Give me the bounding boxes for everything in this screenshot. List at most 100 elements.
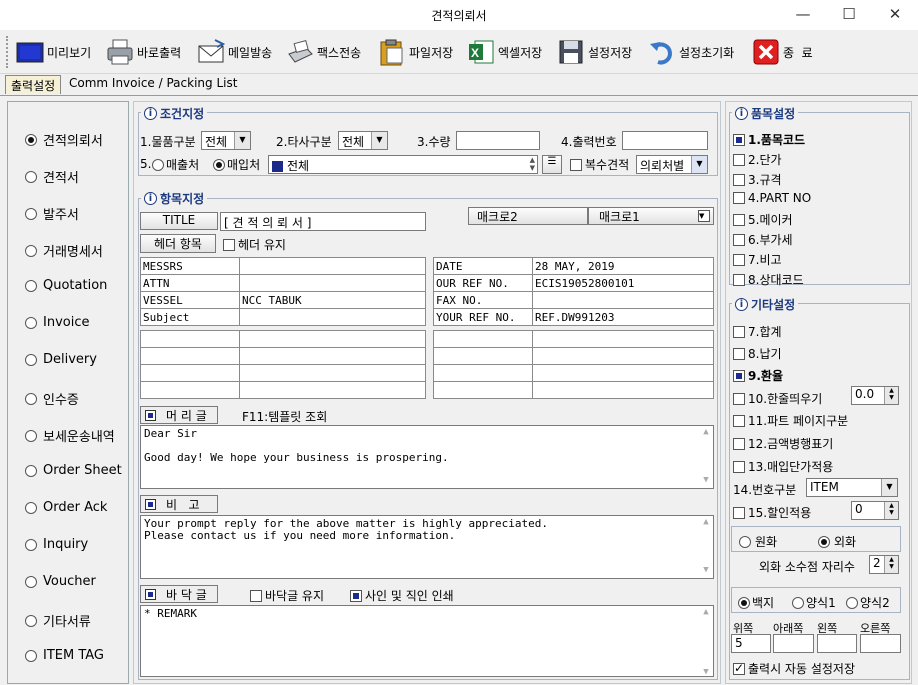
tab-comm-invoice[interactable]: Comm Invoice / Packing List xyxy=(64,75,242,94)
settings-save-button[interactable]: 설정저장 xyxy=(557,36,632,68)
title-input[interactable]: [ 견 적 의 뢰 서 ] xyxy=(220,212,426,231)
opt8-checkbox[interactable]: 8.납기 xyxy=(733,345,782,362)
excel-save-button[interactable]: X 엑셀저장 xyxy=(467,36,542,68)
form1-radio[interactable]: 양식1 xyxy=(792,594,836,611)
grid-field-name[interactable]: VESSEL xyxy=(140,291,240,309)
minimize-button[interactable]: — xyxy=(783,4,823,26)
form2-radio[interactable]: 양식2 xyxy=(846,594,890,611)
item-option-checkbox[interactable]: 7.비고 xyxy=(733,251,782,268)
item-option-checkbox[interactable]: 2.단가 xyxy=(733,151,782,168)
item-option-checkbox[interactable]: 8.상대코드 xyxy=(733,271,804,288)
doc-type-radio[interactable]: 견적서 xyxy=(25,167,79,186)
list-lookup-button[interactable]: ☰ xyxy=(542,155,562,174)
opt12-checkbox[interactable]: 12.금액병행표기 xyxy=(733,435,833,452)
blank-paper-radio[interactable]: 백지 xyxy=(738,594,774,611)
doc-type-radio[interactable]: Order Sheet xyxy=(25,463,122,478)
won-radio[interactable]: 원화 xyxy=(739,533,777,550)
preview-button[interactable]: 미리보기 xyxy=(16,36,91,68)
opt9-checkbox[interactable]: 9.환율 xyxy=(733,367,783,384)
header-items-button[interactable]: 헤더 항목 xyxy=(140,234,216,253)
doc-type-radio[interactable]: 보세운송내역 xyxy=(25,426,115,445)
qty-input[interactable] xyxy=(456,131,540,150)
macro2-button[interactable]: 매크로2 xyxy=(468,207,588,225)
doc-type-radio[interactable]: Order Ack xyxy=(25,500,107,515)
item-option-checkbox[interactable]: 1.품목코드 xyxy=(733,131,805,148)
opt7-checkbox[interactable]: 7.합계 xyxy=(733,323,782,340)
line-space-spinner[interactable]: 0.0 ▲ ▼ xyxy=(851,386,899,405)
other-class-select[interactable]: 전체 ▼ xyxy=(338,131,388,150)
scrollbar[interactable]: ▲ ▼ xyxy=(699,426,713,488)
sales-radio[interactable]: 매출처 xyxy=(152,156,199,173)
multi-quote-checkbox[interactable]: 복수견적 xyxy=(570,156,629,173)
opt13-checkbox[interactable]: 13.매입단가적용 xyxy=(733,458,833,475)
doc-type-radio[interactable]: ITEM TAG xyxy=(25,648,104,663)
doc-type-radio[interactable]: Inquiry xyxy=(25,537,88,552)
settings-reset-button[interactable]: 설정초기화 xyxy=(648,36,734,68)
close-window-button[interactable]: ✕ xyxy=(875,4,915,26)
grid-field-name[interactable]: FAX NO. xyxy=(433,291,533,309)
item-option-checkbox[interactable]: 4.PART NO xyxy=(733,191,811,205)
grid-field-name[interactable]: OUR REF NO. xyxy=(433,274,533,292)
remark-button[interactable]: 비 고 xyxy=(140,495,218,513)
macro1-select[interactable]: 매크로1 ▼ xyxy=(588,207,714,225)
grid-field-value[interactable]: NCC TABUK xyxy=(239,291,426,309)
grid-field-name[interactable]: ATTN xyxy=(140,274,240,292)
output-no-input[interactable] xyxy=(622,131,708,150)
discount-spinner[interactable]: 0 ▲ ▼ xyxy=(851,501,899,520)
grid-field-name[interactable]: MESSRS xyxy=(140,257,240,275)
partner-input[interactable]: 전체 ▲ ▼ xyxy=(268,155,538,174)
email-button[interactable]: 메일발송 xyxy=(197,36,272,68)
doc-type-radio[interactable]: 인수증 xyxy=(25,389,79,408)
item-class-select[interactable]: 전체 ▼ xyxy=(201,131,251,150)
tab-output-settings[interactable]: 출력설정 xyxy=(5,75,62,94)
doc-type-radio[interactable]: 발주서 xyxy=(25,204,79,223)
grid-field-name[interactable]: DATE xyxy=(433,257,533,275)
fax-button[interactable]: 팩스전송 xyxy=(286,36,361,68)
opt10-checkbox[interactable]: 10.한줄띄우기 xyxy=(733,390,822,407)
doc-type-radio[interactable]: Delivery xyxy=(25,352,97,367)
scrollbar[interactable]: ▲ ▼ xyxy=(699,516,713,578)
sign-print-checkbox[interactable]: 사인 및 직인 인쇄 xyxy=(350,587,454,604)
exit-button[interactable]: 종 료 xyxy=(752,36,813,68)
grid-field-name[interactable]: YOUR REF NO. xyxy=(433,308,533,326)
purchase-radio[interactable]: 매입처 xyxy=(213,156,260,173)
item-option-checkbox[interactable]: 3.규격 xyxy=(733,171,782,188)
spin-arrows-icon[interactable]: ▲ ▼ xyxy=(884,502,898,519)
margin-left-input[interactable] xyxy=(817,634,857,653)
decimals-spinner[interactable]: 2 ▲ ▼ xyxy=(869,555,899,574)
item-option-checkbox[interactable]: 5.메이커 xyxy=(733,211,793,228)
opt15-checkbox[interactable]: 15.할인적용 xyxy=(733,504,811,521)
header-keep-checkbox[interactable]: 헤더 유지 xyxy=(223,236,286,253)
print-button[interactable]: 바로출력 xyxy=(106,36,181,68)
preface-textarea[interactable]: Dear Sir Good day! We hope your business… xyxy=(140,425,714,489)
foreign-radio[interactable]: 외화 xyxy=(818,533,856,550)
doc-type-radio[interactable]: Voucher xyxy=(25,574,96,589)
grid-field-value[interactable] xyxy=(239,308,426,326)
grid-field-value[interactable] xyxy=(239,274,426,292)
margin-top-input[interactable]: 5 xyxy=(731,634,771,653)
doc-type-radio[interactable]: Quotation xyxy=(25,278,107,293)
doc-type-radio[interactable]: 기타서류 xyxy=(25,611,91,630)
footer-keep-checkbox[interactable]: 바닥글 유지 xyxy=(250,587,324,604)
remark-textarea[interactable]: Your prompt reply for the above matter i… xyxy=(140,515,714,579)
scrollbar[interactable]: ▲ ▼ xyxy=(699,606,713,676)
footer-textarea[interactable]: * REMARK ▲ ▼ xyxy=(140,605,714,677)
maximize-button[interactable]: ☐ xyxy=(829,4,869,26)
footer-button[interactable]: 바 닥 글 xyxy=(140,585,218,603)
per-supplier-select[interactable]: 의뢰처별 ▼ xyxy=(636,155,708,174)
grid-field-value[interactable] xyxy=(532,291,714,309)
margin-bottom-input[interactable] xyxy=(773,634,814,653)
grid-field-name[interactable]: Subject xyxy=(140,308,240,326)
item-option-checkbox[interactable]: 6.부가세 xyxy=(733,231,793,248)
grid-field-value[interactable]: 28 MAY, 2019 xyxy=(532,257,714,275)
grid-field-value[interactable] xyxy=(239,257,426,275)
doc-type-radio[interactable]: Invoice xyxy=(25,315,89,330)
doc-type-radio[interactable]: 거래명세서 xyxy=(25,241,103,260)
opt11-checkbox[interactable]: 11.파트 페이지구분 xyxy=(733,412,848,429)
doc-type-radio[interactable]: 견적의뢰서 xyxy=(25,130,103,149)
title-button[interactable]: TITLE xyxy=(140,212,218,230)
file-save-button[interactable]: 파일저장 xyxy=(378,36,453,68)
spin-arrows-icon[interactable]: ▲ ▼ xyxy=(884,556,898,573)
auto-save-checkbox[interactable]: 출력시 자동 설정저장 xyxy=(733,660,855,677)
preface-button[interactable]: 머 리 글 xyxy=(140,406,218,424)
